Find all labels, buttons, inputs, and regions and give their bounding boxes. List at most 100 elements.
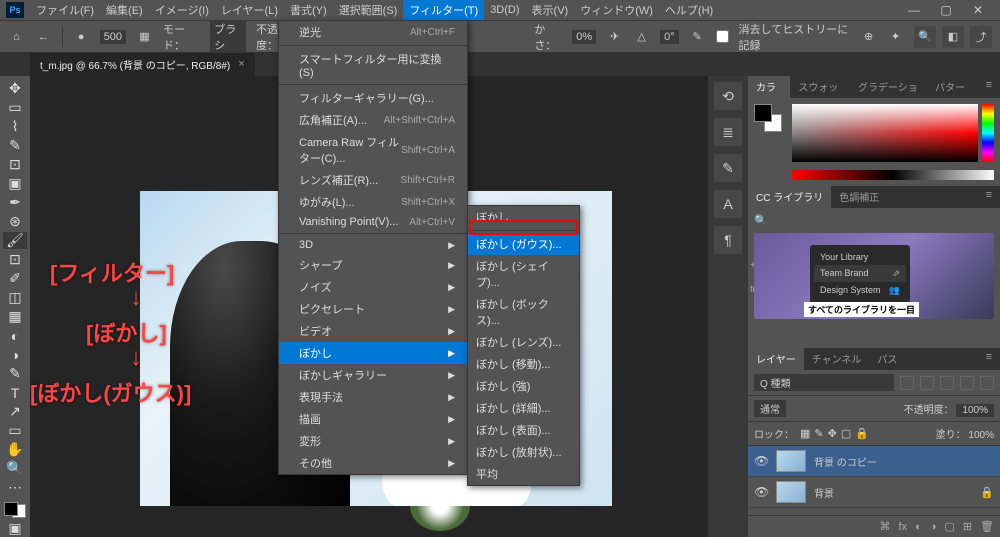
home-icon[interactable]: ⌂ — [8, 27, 25, 47]
filter-menu-item[interactable]: ノイズ▶ — [279, 276, 467, 298]
panel-menu-icon[interactable]: ≡ — [978, 348, 1000, 370]
search-icon[interactable]: 🔍 — [914, 26, 936, 48]
wand-tool[interactable]: ✎ — [3, 137, 27, 154]
filter-menu-item[interactable]: レンズ補正(R)...Shift+Ctrl+R — [279, 169, 467, 191]
character-panel-icon[interactable]: A — [714, 190, 742, 218]
delete-layer-icon[interactable]: 🗑 — [980, 520, 994, 533]
new-layer-icon[interactable]: ⊞ — [963, 520, 972, 533]
frame-tool[interactable]: ▣ — [3, 175, 27, 192]
library-item[interactable]: Design System👥 — [814, 282, 906, 299]
blur-tool[interactable]: ◐ — [3, 327, 27, 344]
lock-artboard-icon[interactable]: ▢ — [841, 427, 851, 440]
move-tool[interactable]: ✥ — [3, 80, 27, 97]
symmetry-icon[interactable]: ⊕ — [860, 27, 877, 47]
link-layers-icon[interactable]: ⌘ — [880, 520, 891, 533]
quickmask-tool[interactable]: ▣ — [3, 520, 27, 537]
crop-tool[interactable]: ⊡ — [3, 156, 27, 173]
properties-panel-icon[interactable]: ≣ — [714, 118, 742, 146]
blur-submenu-item[interactable]: 平均 — [468, 463, 579, 485]
menu-window[interactable]: ウィンドウ(W) — [574, 0, 659, 20]
zoom-tool[interactable]: 🔍 — [3, 460, 27, 477]
document-tab[interactable]: t_m.jpg @ 66.7% (背景 のコピー, RGB/8#) × — [30, 53, 255, 76]
filter-menu-item[interactable]: 描画▶ — [279, 408, 467, 430]
filter-smart-icon[interactable] — [980, 376, 994, 390]
blur-submenu-item[interactable]: ぼかし (移動)... — [468, 353, 579, 375]
tab-color[interactable]: カラー — [748, 76, 790, 98]
filter-pixel-icon[interactable] — [900, 376, 914, 390]
eraser-tool[interactable]: ◫ — [3, 289, 27, 306]
eyedropper-tool[interactable]: ✒ — [3, 194, 27, 211]
library-dropdown[interactable]: Your Library Team Brand⬀ Design System👥 — [810, 245, 910, 303]
tab-layers[interactable]: レイヤー — [748, 348, 804, 370]
hue-slider[interactable] — [982, 104, 994, 162]
brush-preset-icon[interactable]: ● — [73, 27, 90, 47]
workspace-icon[interactable]: ◧ — [942, 26, 964, 48]
share-icon[interactable]: ⤴ — [970, 26, 992, 48]
blur-submenu-item[interactable]: ぼかし (シェイプ)... — [468, 255, 579, 293]
lock-pixels-icon[interactable]: ✎ — [814, 427, 823, 440]
tab-close-icon[interactable]: × — [238, 58, 244, 70]
minimize-button[interactable]: — — [898, 0, 930, 20]
heal-tool[interactable]: ⊛ — [3, 213, 27, 230]
filter-menu-item[interactable]: ビデオ▶ — [279, 320, 467, 342]
layer-thumbnail[interactable] — [776, 481, 806, 503]
filter-shape-icon[interactable] — [960, 376, 974, 390]
filter-adjust-icon[interactable] — [920, 376, 934, 390]
layer-name[interactable]: 背景 — [814, 485, 834, 500]
strength-value[interactable]: 0% — [572, 30, 596, 44]
stamp-tool[interactable]: ⊡ — [3, 251, 27, 268]
tab-channels[interactable]: チャンネル — [804, 348, 870, 370]
type-tool[interactable]: T — [3, 384, 27, 401]
filter-menu-item[interactable]: Camera Raw フィルター(C)...Shift+Ctrl+A — [279, 131, 467, 169]
hand-tool[interactable]: ✋ — [3, 441, 27, 458]
menu-help[interactable]: ヘルプ(H) — [659, 0, 719, 20]
brush-tool[interactable]: 🖌 — [3, 232, 27, 249]
color-swatches[interactable] — [754, 104, 782, 132]
close-button[interactable]: ✕ — [962, 0, 994, 20]
filter-kind[interactable]: Q 種類 — [754, 374, 894, 391]
panel-menu-icon[interactable]: ≡ — [978, 76, 1000, 98]
history-checkbox[interactable] — [716, 30, 729, 43]
filter-menu-item[interactable]: フィルターギャラリー(G)... — [279, 87, 467, 109]
color-swatch[interactable] — [4, 502, 26, 518]
menu-file[interactable]: ファイル(F) — [30, 0, 100, 20]
butterfly-icon[interactable]: ✦ — [887, 27, 904, 47]
bw-bar[interactable] — [792, 170, 994, 180]
dodge-tool[interactable]: ◑ — [3, 346, 27, 363]
shape-tool[interactable]: ▭ — [3, 422, 27, 439]
lasso-tool[interactable]: ⌇ — [3, 118, 27, 135]
layer-mask-icon[interactable]: ◐ — [915, 521, 922, 533]
filter-menu-item[interactable]: Vanishing Point(V)...Alt+Ctrl+V — [279, 213, 467, 231]
filter-menu-item[interactable]: 表現手法▶ — [279, 386, 467, 408]
opacity-value[interactable]: 100% — [956, 404, 994, 417]
menu-3d[interactable]: 3D(D) — [484, 2, 525, 18]
blur-submenu-item[interactable]: ぼかし (強) — [468, 375, 579, 397]
history-brush-tool[interactable]: ✐ — [3, 270, 27, 287]
layer-name[interactable]: 背景 のコピー — [814, 454, 877, 469]
back-icon[interactable]: ← — [35, 27, 52, 47]
filter-menu-item[interactable]: スマートフィルター用に変換(S) — [279, 48, 467, 82]
blur-submenu-item[interactable]: ぼかし (放射状)... — [468, 441, 579, 463]
brushes-panel-icon[interactable]: ✎ — [714, 154, 742, 182]
filter-menu-item[interactable]: その他▶ — [279, 452, 467, 474]
menu-select[interactable]: 選択範囲(S) — [333, 0, 404, 20]
filter-menu-item[interactable]: ぼかし▶ — [279, 342, 467, 364]
marquee-tool[interactable]: ▭ — [3, 99, 27, 116]
layer-thumbnail[interactable] — [776, 450, 806, 472]
menu-type[interactable]: 書式(Y) — [284, 0, 333, 20]
filter-menu-item[interactable]: ゆがみ(L)...Shift+Ctrl+X — [279, 191, 467, 213]
brush-size[interactable]: 500 — [100, 30, 126, 44]
mode-value[interactable]: ブラシ — [210, 20, 246, 54]
edit-toolbar[interactable]: ⋯ — [3, 479, 27, 496]
angle-value[interactable]: 0° — [660, 30, 679, 44]
filter-menu-item[interactable]: 3D▶ — [279, 236, 467, 254]
filter-menu-item[interactable]: ピクセレート▶ — [279, 298, 467, 320]
tab-patterns[interactable]: パターン — [927, 76, 978, 98]
paragraph-panel-icon[interactable]: ¶ — [714, 226, 742, 254]
tab-cc-libraries[interactable]: CC ライブラリ — [748, 186, 831, 208]
blur-submenu-item[interactable]: ぼかし (ガウス)... — [468, 233, 579, 255]
pen-tool[interactable]: ✎ — [3, 365, 27, 382]
menu-layer[interactable]: レイヤー(L) — [215, 0, 284, 20]
brush-panel-icon[interactable]: ▦ — [136, 27, 153, 47]
airbrush-icon[interactable]: ✈ — [606, 27, 623, 47]
